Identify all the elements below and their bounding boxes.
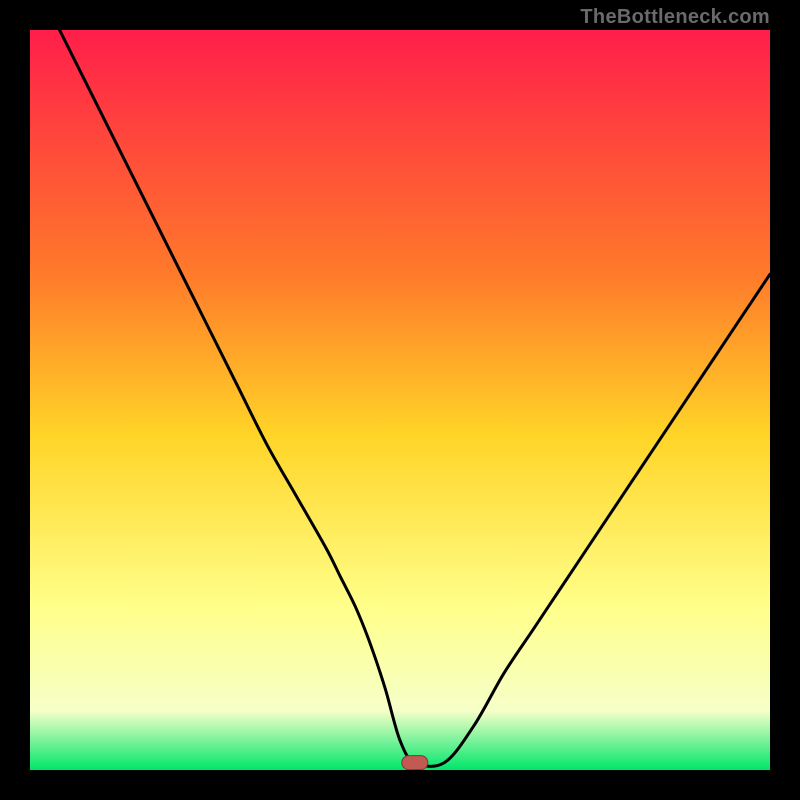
watermark-text: TheBottleneck.com [580,6,770,29]
gradient-background [30,30,770,770]
plot-area [30,30,770,770]
chart-frame: TheBottleneck.com [0,0,800,800]
bottleneck-chart [30,30,770,770]
optimal-marker [402,756,428,770]
